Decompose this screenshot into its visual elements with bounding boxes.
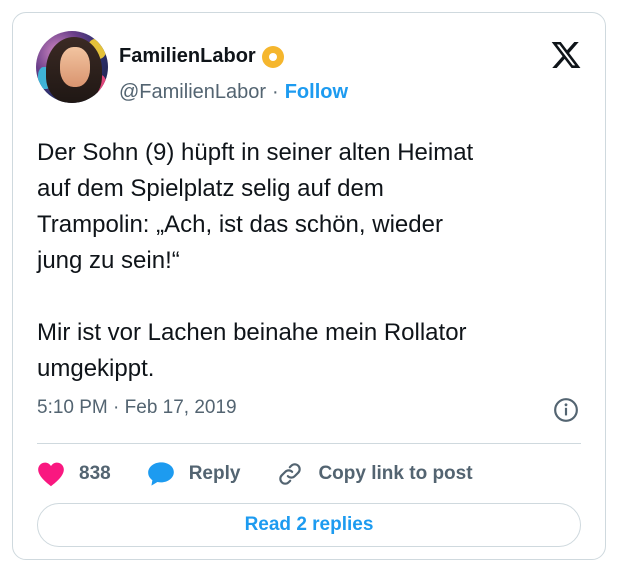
author-handle-row: @FamilienLabor · Follow [119, 81, 348, 104]
radioactive-badge-icon [261, 45, 284, 68]
author-handle[interactable]: @FamilienLabor [119, 81, 266, 104]
avatar[interactable] [36, 31, 108, 103]
separator: · [272, 81, 279, 103]
link-icon [279, 463, 302, 485]
author-display-name[interactable]: FamilienLabor [119, 45, 256, 68]
action-bar: 838 Reply Copy link to post [37, 459, 509, 489]
divider [37, 443, 581, 444]
reply-label: Reply [188, 463, 241, 484]
tweet-text: Der Sohn (9) hüpft in seiner alten Heima… [37, 139, 474, 382]
like-count: 838 [79, 463, 111, 484]
info-icon[interactable] [553, 397, 579, 423]
copy-link-label: Copy link to post [318, 463, 473, 484]
speech-bubble-icon [147, 462, 174, 486]
author-name-row: FamilienLabor [119, 45, 284, 68]
read-replies-label: Read 2 replies [244, 514, 374, 535]
tweet-card: FamilienLabor @FamilienLabor · Follow De… [12, 12, 606, 560]
follow-button[interactable]: Follow [285, 81, 348, 104]
reply-button[interactable]: Reply [147, 461, 241, 487]
like-button[interactable]: 838 [37, 461, 111, 487]
read-replies-button[interactable]: Read 2 replies [37, 503, 581, 547]
copy-link-button[interactable]: Copy link to post [276, 461, 473, 487]
avatar-face [60, 47, 90, 87]
tweet-timestamp[interactable]: 5:10 PM · Feb 17, 2019 [37, 397, 237, 419]
heart-icon [38, 462, 64, 487]
x-logo-icon[interactable] [549, 39, 583, 71]
